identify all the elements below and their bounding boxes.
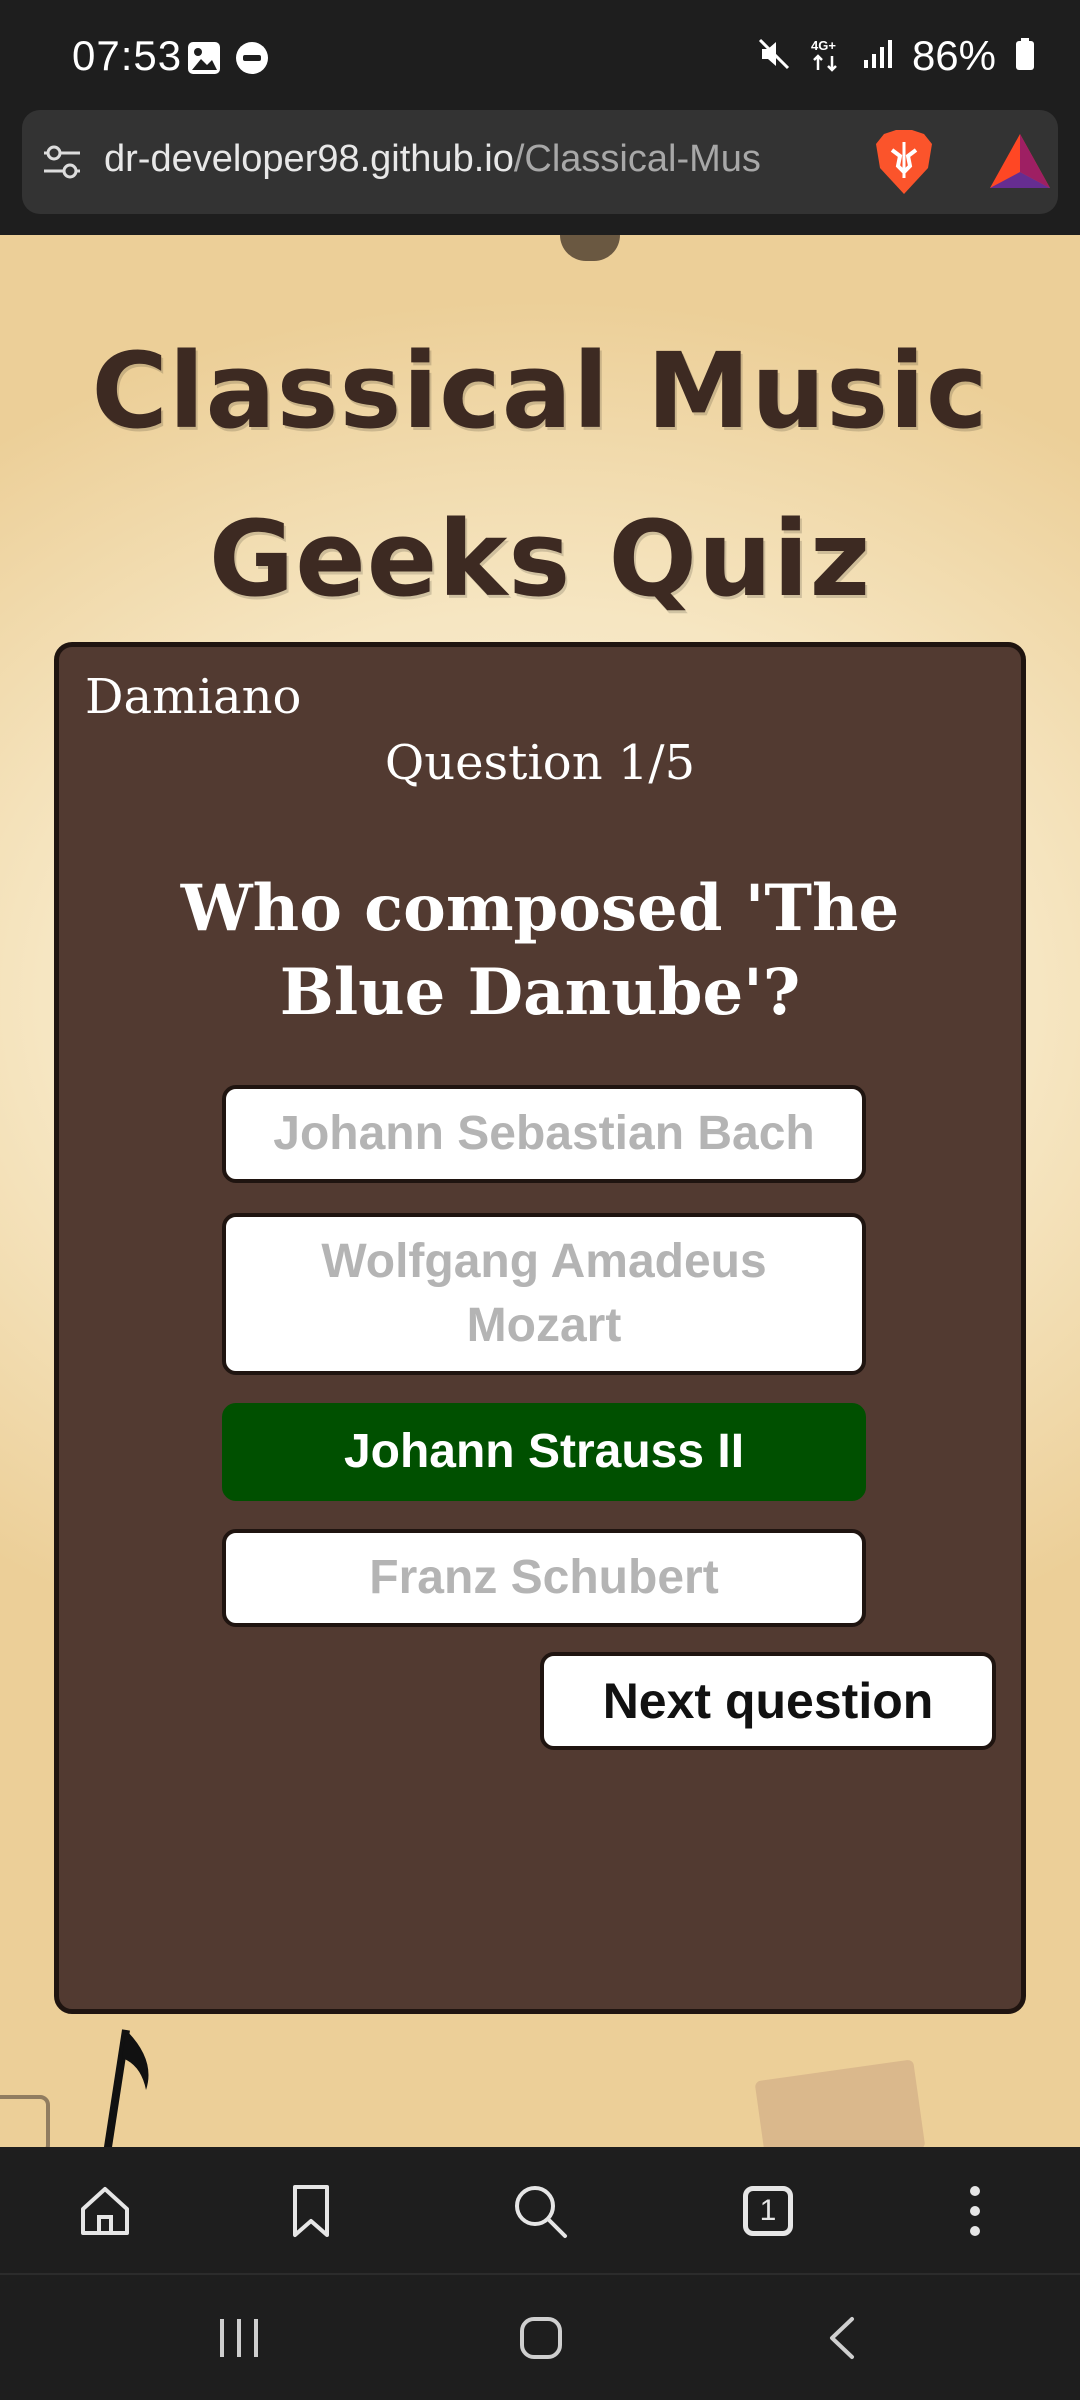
- status-time: 07:53: [72, 32, 183, 79]
- svg-text:4G+: 4G+: [811, 38, 836, 53]
- background-decoration: [560, 235, 620, 261]
- do-not-disturb-icon: [234, 40, 270, 81]
- network-type-icon: 4G+: [810, 36, 844, 77]
- battery-percent: 86%: [911, 32, 996, 79]
- url-text[interactable]: dr-developer98.github.io/Classical-Mus: [104, 138, 846, 181]
- web-page: Classical Music Geeks Quiz Damiano Quest…: [0, 235, 1080, 2147]
- next-question-button[interactable]: Next question: [540, 1652, 996, 1750]
- music-note-decoration: [103, 2029, 149, 2147]
- tabs-icon[interactable]: 1: [738, 2181, 798, 2241]
- status-bar: 07:53 4G+ 86%: [0, 0, 1080, 110]
- brave-shields-icon[interactable]: [874, 128, 934, 200]
- browser-top-bar: dr-developer98.github.io/Classical-Mus: [0, 110, 1080, 235]
- signal-icon: [862, 38, 894, 75]
- battery-icon: [1014, 36, 1036, 77]
- answer-button-1[interactable]: Johann Sebastian Bach: [222, 1085, 866, 1183]
- more-icon[interactable]: [945, 2181, 1005, 2241]
- site-settings-icon[interactable]: [40, 140, 84, 188]
- answer-button-2[interactable]: Wolfgang Amadeus Mozart: [222, 1213, 866, 1375]
- system-navigation-bar: [0, 2275, 1080, 2400]
- address-bar[interactable]: dr-developer98.github.io/Classical-Mus: [22, 110, 1058, 214]
- player-name: Damiano: [85, 669, 302, 725]
- tab-count: 1: [743, 2186, 793, 2236]
- url-host: dr-developer98.github.io: [104, 138, 514, 180]
- answer-button-4[interactable]: Franz Schubert: [222, 1529, 866, 1627]
- brave-rewards-icon[interactable]: [988, 132, 1052, 194]
- bookmark-icon[interactable]: [281, 2181, 341, 2241]
- question-counter: Question 1/5: [384, 735, 696, 791]
- browser-bottom-toolbar: 1: [0, 2147, 1080, 2275]
- home-nav-icon[interactable]: [518, 2315, 564, 2365]
- url-path: /Classical-Mus: [513, 138, 761, 180]
- book-decoration: [754, 2059, 926, 2147]
- gallery-notification-icon: [186, 40, 222, 81]
- mute-icon: [756, 36, 792, 77]
- glass-decoration: [0, 2095, 50, 2147]
- page-title: Classical Music Geeks Quiz: [91, 330, 989, 620]
- quiz-card: Damiano Question 1/5 Who composed 'The B…: [54, 642, 1026, 2014]
- search-icon[interactable]: [510, 2181, 570, 2241]
- answer-button-3-correct[interactable]: Johann Strauss II: [222, 1403, 866, 1501]
- recents-icon[interactable]: [214, 2315, 264, 2365]
- question-text: Who composed 'The Blue Danube'?: [180, 871, 900, 1030]
- home-icon[interactable]: [75, 2181, 135, 2241]
- back-icon[interactable]: [826, 2315, 856, 2365]
